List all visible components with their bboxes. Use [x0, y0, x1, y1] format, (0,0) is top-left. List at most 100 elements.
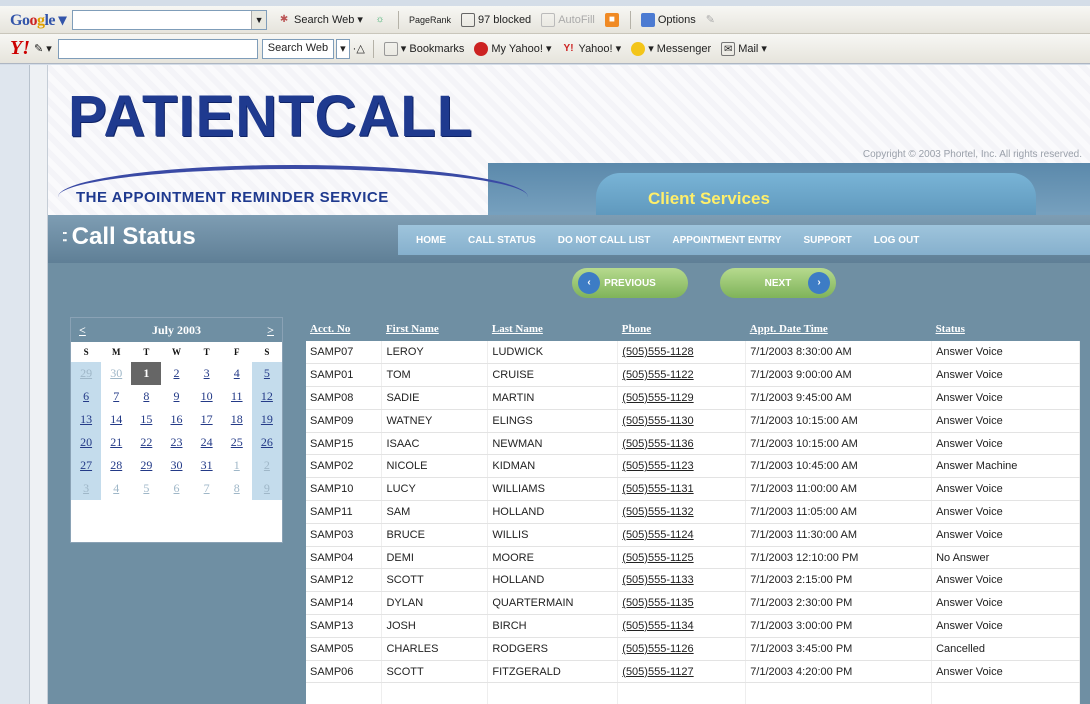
calendar-day[interactable]: 5 [251, 362, 282, 385]
column-header[interactable]: Phone [617, 317, 746, 341]
calendar-day[interactable]: 12 [251, 385, 282, 408]
nav-item[interactable]: SUPPORT [803, 235, 851, 246]
nav-item[interactable]: HOME [416, 235, 446, 246]
table-row: SAMP13 JOSH BIRCH (505)555-1134 7/1/2003 3:0… [306, 614, 1080, 638]
calendar-day[interactable]: 13 [71, 408, 102, 431]
previous-button[interactable]: ‹ PREVIOUS [572, 268, 688, 298]
yahoo-logo[interactable]: Y! [10, 37, 30, 60]
calendar-day[interactable]: 2 [251, 454, 282, 477]
table-cell[interactable]: (505)555-1124 [617, 523, 747, 547]
column-header[interactable]: Status [931, 317, 1080, 341]
calendar-day[interactable]: 7 [192, 477, 222, 500]
calendar-day[interactable]: 21 [101, 431, 131, 454]
calendar-day[interactable]: 23 [161, 431, 191, 454]
calendar-day[interactable]: 1 [131, 362, 162, 385]
calendar-day[interactable]: 8 [222, 477, 252, 500]
calendar-day[interactable]: 29 [131, 454, 161, 477]
popup-blocked-button[interactable]: 97 blocked [460, 12, 531, 27]
table-cell[interactable]: (505)555-1132 [617, 500, 747, 524]
column-header[interactable]: First Name [381, 317, 488, 341]
calendar-day[interactable]: 17 [192, 408, 222, 431]
yahoo-search-web-button[interactable]: Search Web [261, 38, 335, 59]
logo-tagline: THE APPOINTMENT REMINDER SERVICE [76, 189, 389, 206]
pencil-icon[interactable]: ✎ ▾ [34, 42, 52, 55]
google-search-input[interactable]: ▼ [72, 9, 268, 30]
yahoo-button[interactable]: Y! Yahoo! ▾ [562, 42, 622, 56]
nav-item[interactable]: APPOINTMENT ENTRY [672, 235, 781, 246]
calendar-day[interactable]: 20 [71, 431, 102, 454]
calendar-day[interactable]: 25 [222, 431, 252, 454]
calendar-day[interactable]: 26 [251, 431, 282, 454]
calendar-day[interactable]: 30 [161, 454, 191, 477]
calendar-day[interactable]: 19 [251, 408, 282, 431]
table-cell[interactable]: (505)555-1127 [617, 660, 747, 684]
nav-item[interactable]: CALL STATUS [468, 235, 536, 246]
my-yahoo-button[interactable]: My Yahoo! ▾ [474, 41, 552, 56]
calendar-day[interactable]: 10 [192, 385, 222, 408]
yahoo-search-input[interactable] [57, 38, 258, 59]
messenger-button[interactable]: ▾ Messenger [631, 41, 711, 56]
next-button[interactable]: NEXT › [720, 268, 836, 298]
calendar-prev-month[interactable]: < [79, 323, 86, 338]
calendar-day[interactable]: 5 [131, 477, 161, 500]
calendar-day[interactable]: 24 [192, 431, 222, 454]
calendar-day[interactable]: 4 [101, 477, 131, 500]
calendar-day[interactable]: 27 [71, 454, 102, 477]
table-cell[interactable]: (505)555-1135 [617, 591, 747, 616]
bookmarks-button[interactable]: ▾ Bookmarks [383, 41, 464, 56]
calendar-day[interactable]: 22 [131, 431, 161, 454]
popup-blocker-icon [460, 12, 475, 27]
calendar-day[interactable]: 31 [192, 454, 222, 477]
calendar-day[interactable]: 4 [222, 362, 252, 385]
column-header[interactable]: Acct. No [306, 317, 382, 341]
nav-item[interactable]: LOG OUT [874, 235, 920, 246]
calendar-next-month[interactable]: > [267, 323, 274, 338]
chevron-down-icon[interactable]: ▼ [251, 10, 267, 29]
options-button[interactable]: Options [640, 12, 696, 27]
calendar-day[interactable]: 18 [222, 408, 252, 431]
column-header[interactable]: Appt. Date Time [745, 317, 932, 341]
table-cell[interactable]: (505)555-1129 [617, 386, 747, 410]
calendar-day[interactable]: 16 [161, 408, 191, 431]
table-cell[interactable]: (505)555-1134 [617, 614, 747, 638]
calendar-day[interactable]: 9 [161, 385, 191, 408]
nav-item[interactable]: DO NOT CALL LIST [558, 235, 651, 246]
table-cell[interactable]: (505)555-1125 [617, 546, 747, 570]
calendar-day[interactable]: 1 [222, 454, 252, 477]
calendar-day[interactable]: 7 [101, 385, 131, 408]
calendar-day[interactable]: 2 [161, 362, 191, 385]
patientcall-logo[interactable]: PATIENTCALL [68, 83, 473, 150]
autofill-button[interactable]: AutoFill [541, 12, 595, 27]
table-cell[interactable]: (505)555-1136 [617, 432, 747, 456]
calendar-day[interactable]: 6 [71, 385, 102, 408]
calendar-day[interactable]: 6 [161, 477, 191, 500]
ie-icon[interactable]: ☼ [373, 13, 390, 27]
calendar-day[interactable]: 28 [101, 454, 131, 477]
calendar-day[interactable]: 14 [101, 408, 131, 431]
pencil-icon[interactable]: ✎ [706, 13, 715, 26]
table-cell[interactable]: (505)555-1130 [617, 409, 747, 433]
table-cell[interactable]: (505)555-1123 [617, 454, 747, 479]
table-cell[interactable]: (505)555-1122 [617, 363, 747, 388]
calendar-day[interactable]: 11 [222, 385, 252, 408]
chevron-down-icon[interactable]: ▾ [336, 38, 350, 59]
page-title: ⁚⁚ Call Status [62, 223, 196, 250]
calendar-day[interactable]: 29 [71, 362, 102, 385]
google-search-web-button[interactable]: ✱ Search Web ▾ [277, 13, 363, 27]
calendar-day[interactable]: 8 [131, 385, 161, 408]
table-cell[interactable]: (505)555-1128 [617, 341, 747, 365]
alert-icon[interactable]: ·△ [353, 42, 365, 55]
calendar-day[interactable]: 15 [131, 408, 161, 431]
highlight-button[interactable]: ■ [604, 12, 622, 27]
table-cell[interactable]: (505)555-1133 [617, 568, 747, 593]
calendar-day[interactable]: 9 [251, 477, 282, 500]
google-logo[interactable]: Google ▾ [10, 10, 67, 30]
column-header[interactable]: Last Name [487, 317, 618, 341]
table-cell[interactable]: (505)555-1131 [617, 477, 747, 502]
table-cell[interactable]: (505)555-1126 [617, 637, 747, 661]
mail-button[interactable]: ✉ Mail ▾ [721, 41, 767, 56]
my-yahoo-icon [474, 41, 489, 56]
calendar-day[interactable]: 30 [101, 362, 131, 385]
calendar-day[interactable]: 3 [192, 362, 222, 385]
calendar-day[interactable]: 3 [71, 477, 102, 500]
